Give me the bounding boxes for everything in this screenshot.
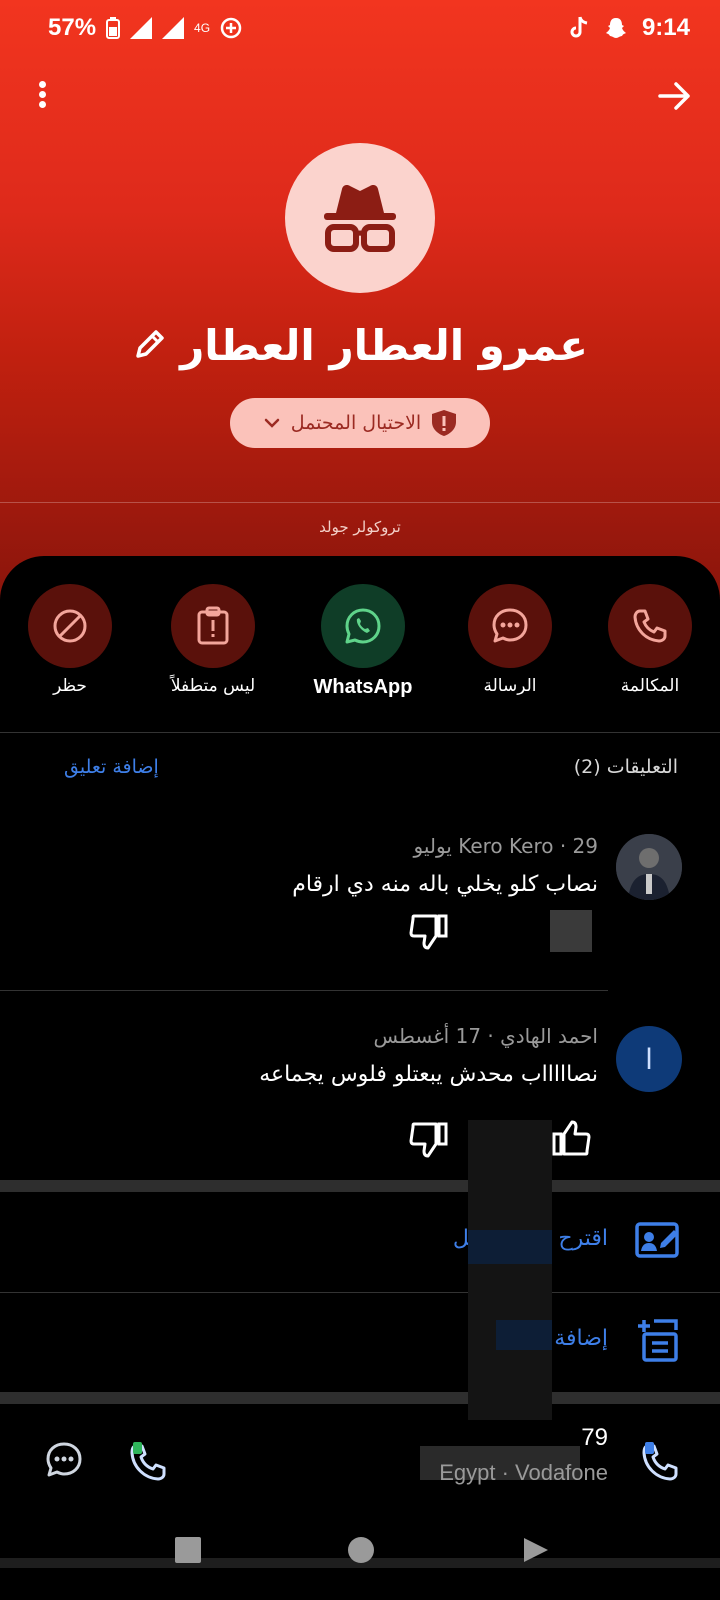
- comment-author: احمد الهادي: [500, 1024, 598, 1048]
- comment-item: Kero Kero · 29 يوليو نصاب كلو يخلي باله …: [0, 832, 720, 992]
- comments-title: التعليقات (2): [573, 756, 678, 778]
- signal-icon-2: [162, 17, 185, 39]
- divider: [0, 732, 720, 733]
- message-label: الرسالة: [483, 676, 537, 696]
- thumbs-up-icon[interactable]: [550, 910, 592, 952]
- comment-text: نصاب كلو يخلي باله منه دي ارقام: [292, 872, 598, 897]
- status-bar: 57% 4G 9:14: [0, 10, 720, 54]
- add-comment-button[interactable]: إضافة تعليق: [64, 756, 159, 778]
- block-action[interactable]: حظر: [5, 584, 135, 696]
- shield-alert-icon: [432, 410, 457, 436]
- more-options-button[interactable]: [28, 78, 56, 114]
- message-icon[interactable]: [44, 1440, 84, 1480]
- edit-pencil-icon[interactable]: [132, 328, 166, 362]
- divider: [0, 1292, 720, 1293]
- thumbs-down-icon[interactable]: [408, 910, 450, 952]
- not-spam-icon: [197, 606, 229, 645]
- dot-icon: [38, 101, 46, 108]
- action-row: المكالمة الرسالة WhatsApp ليس متطفلاً حظ…: [0, 584, 720, 704]
- redacted-area: [496, 1320, 552, 1350]
- tiktok-icon: [570, 16, 588, 38]
- system-nav-bar: [0, 1522, 720, 1600]
- comment-meta: Kero Kero · 29 يوليو: [413, 834, 599, 858]
- signal-icon: [130, 17, 153, 39]
- whatsapp-icon: [345, 608, 381, 644]
- battery-percent: 57%: [48, 14, 97, 41]
- thumbs-up-icon[interactable]: [550, 1118, 592, 1160]
- add-row[interactable]: إضافة: [0, 1296, 720, 1386]
- whatsapp-label: WhatsApp: [313, 676, 413, 698]
- not-spam-label: ليس متطفلاً: [170, 676, 256, 696]
- snapchat-icon: [605, 18, 626, 38]
- comment-meta: احمد الهادي · 17 أغسطس: [373, 1024, 598, 1048]
- redacted-area: [468, 1230, 552, 1264]
- section-divider: [0, 1392, 720, 1404]
- chevron-down-icon: [264, 418, 280, 428]
- avatar: ا: [616, 1026, 682, 1092]
- comment-date: 17 أغسطس: [373, 1024, 482, 1048]
- fraud-tag-label: الاحتيال المحتمل: [290, 412, 422, 434]
- back-icon[interactable]: [522, 1536, 550, 1564]
- call-action[interactable]: المكالمة: [585, 584, 715, 696]
- sim-call-icon-2[interactable]: [126, 1440, 170, 1484]
- back-arrow-icon[interactable]: [654, 76, 694, 116]
- home-icon[interactable]: [348, 1537, 374, 1563]
- phone-carrier: Egypt · Vodafone: [439, 1460, 608, 1485]
- thumbs-down-icon[interactable]: [408, 1118, 450, 1160]
- not-spam-action[interactable]: ليس متطفلاً: [148, 584, 278, 696]
- phone-number-row[interactable]: 79 Egypt · Vodafone: [0, 1410, 720, 1510]
- comment-item: ا احمد الهادي · 17 أغسطس نصاااااب محدش ي…: [0, 1024, 720, 1174]
- divider: [0, 990, 608, 991]
- fraud-tag-chip[interactable]: الاحتيال المحتمل: [230, 398, 490, 448]
- block-icon: [53, 609, 87, 643]
- edit-contact-icon: [635, 1222, 679, 1258]
- battery-icon: [106, 17, 121, 39]
- recents-icon[interactable]: [175, 1537, 201, 1563]
- call-label: المكالمة: [620, 676, 680, 696]
- add-label: إضافة: [554, 1326, 608, 1351]
- network-type: 4G: [194, 21, 211, 35]
- add-list-icon: [638, 1319, 678, 1362]
- contact-header: [0, 0, 720, 600]
- chat-icon: [492, 608, 528, 643]
- phone-icon: [633, 609, 667, 643]
- comment-author: Kero Kero: [458, 834, 554, 858]
- clock: 9:14: [641, 14, 690, 41]
- section-divider: [0, 1180, 720, 1192]
- whatsapp-action[interactable]: WhatsApp: [298, 584, 428, 699]
- sim-call-icon[interactable]: [638, 1440, 682, 1484]
- dot-icon: [38, 91, 46, 98]
- person-photo-icon: [616, 834, 682, 900]
- comments-header: التعليقات (2) إضافة تعليق: [0, 748, 720, 788]
- suggest-name-row[interactable]: اقترح اسم أفضل: [0, 1196, 720, 1286]
- message-action[interactable]: الرسالة: [445, 584, 575, 696]
- data-saver-icon: [220, 17, 242, 39]
- header-divider: [0, 502, 720, 503]
- comment-text: نصاااااب محدش يبعتلو فلوس يجماعه: [259, 1062, 598, 1087]
- avatar-letter: ا: [645, 1042, 653, 1076]
- truecaller-gold-label: تروكولر جولد: [319, 518, 401, 536]
- contact-name: عمرو العطار العطار: [180, 320, 588, 370]
- avatar: [616, 834, 682, 900]
- dot-icon: [38, 81, 46, 88]
- redacted-area: [468, 1120, 552, 1420]
- incognito-icon: [324, 185, 396, 252]
- contact-avatar: [285, 143, 435, 293]
- block-label: حظر: [53, 676, 87, 696]
- phone-number: 79: [581, 1424, 608, 1451]
